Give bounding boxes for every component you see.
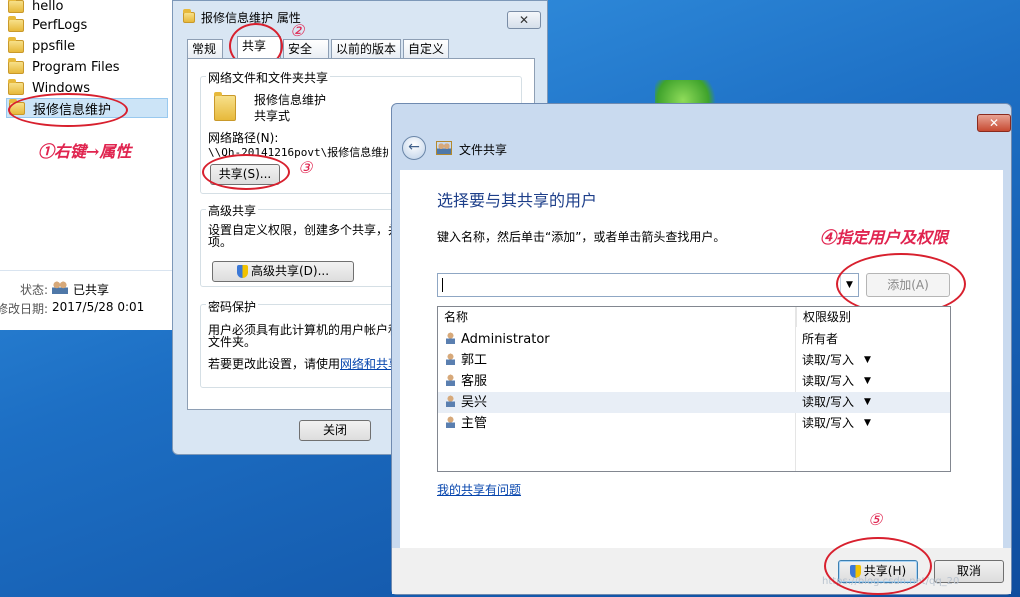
uac-shield-icon [236, 265, 248, 278]
tab-customize[interactable]: 自定义 [403, 39, 449, 59]
advanced-sharing-button[interactable]: 高级共享(D)... [212, 261, 354, 282]
annotation-step3: ③ [298, 158, 313, 177]
user-icon [446, 374, 455, 386]
table-row[interactable]: 客服 读取/写入 ▼ [438, 371, 950, 392]
permission-level[interactable]: 读取/写入 [802, 413, 854, 434]
page-heading: 选择要与其共享的用户 [437, 191, 598, 210]
list-item[interactable]: PerfLogs [8, 15, 87, 35]
column-header-permission[interactable]: 权限级别 [796, 307, 950, 327]
table-row[interactable]: 郭工 读取/写入 ▼ [438, 350, 950, 371]
user-icon [446, 395, 455, 407]
status-label: 状态: [20, 283, 49, 297]
user-name: Administrator [461, 332, 550, 347]
annotation-step4: ④指定用户及权限 [820, 228, 949, 247]
shared-users-icon [52, 280, 68, 294]
chevron-down-icon[interactable]: ▼ [864, 350, 871, 371]
folder-name: Program Files [32, 59, 120, 75]
file-sharing-content: 选择要与其共享的用户 键入名称，然后单击“添加”，或者单击箭头查找用户。 ④指定… [400, 170, 1003, 586]
chevron-down-icon[interactable]: ▼ [864, 413, 871, 434]
folder-name: 报修信息维护 [254, 93, 327, 107]
user-icon [446, 416, 455, 428]
close-icon[interactable]: ✕ [507, 11, 541, 29]
group-title: 密码保护 [206, 298, 259, 315]
close-icon[interactable]: ✕ [977, 114, 1011, 132]
password-description-cont: 文件夹。 [208, 335, 257, 349]
table-row[interactable]: Administrator 所有者 [438, 329, 950, 350]
text-caret [442, 278, 443, 292]
user-permission-table: 名称 权限级别 Administrator 所有者 郭工 读取/写入 ▼ 客服 … [437, 306, 951, 472]
tab-general[interactable]: 常规 [187, 39, 223, 59]
chevron-down-icon[interactable]: ▼ [864, 392, 871, 413]
permission-level[interactable]: 读取/写入 [802, 371, 854, 392]
annotation-step2: ② [290, 21, 305, 40]
file-sharing-icon [436, 141, 452, 155]
group-title: 网络文件和文件夹共享 [206, 69, 331, 86]
back-arrow-icon[interactable]: ← [402, 136, 426, 160]
annotation-circle-step3 [202, 154, 290, 190]
advanced-description: 设置自定义权限，创建多个共享，并 [208, 223, 401, 237]
list-item[interactable]: ppsfile [8, 36, 75, 56]
dialog-title: 文件共享 [459, 143, 508, 157]
folder-icon [8, 57, 24, 74]
explorer-details-pane: 状态: 已共享 修改日期: 2017/5/28 0:01 [0, 270, 172, 330]
folder-icon [8, 0, 24, 13]
annotation-circle-step5 [824, 537, 932, 595]
folder-name: PerfLogs [32, 17, 88, 33]
modified-value: 2017/5/28 0:01 [52, 300, 145, 314]
permission-level[interactable]: 读取/写入 [802, 392, 854, 413]
folder-icon [8, 15, 24, 32]
permission-level[interactable]: 读取/写入 [802, 350, 854, 371]
table-row[interactable]: 主管 读取/写入 ▼ [438, 413, 950, 434]
advanced-sharing-button-label: 高级共享(D)... [250, 264, 330, 278]
column-header-name[interactable]: 名称 [438, 307, 796, 327]
permission-level: 所有者 [802, 332, 839, 346]
list-item[interactable]: hello [8, 0, 63, 16]
folder-name: hello [32, 0, 64, 14]
folder-icon [183, 9, 195, 23]
user-name: 主管 [461, 416, 488, 431]
sharing-trouble-link[interactable]: 我的共享有问题 [437, 481, 521, 498]
user-name: 客服 [461, 374, 488, 389]
user-name-combobox[interactable]: ▼ [437, 273, 859, 297]
group-title: 高级共享 [206, 202, 259, 219]
folder-icon [8, 78, 24, 95]
folder-icon [214, 92, 236, 121]
tab-security[interactable]: 安全 [283, 39, 329, 59]
modified-label: 修改日期: [0, 302, 49, 316]
close-button[interactable]: 关闭 [299, 420, 371, 441]
user-name: 郭工 [461, 353, 488, 368]
user-icon [446, 332, 455, 344]
folder-name: ppsfile [32, 38, 76, 54]
annotation-step5: ⑤ [868, 510, 883, 529]
user-name: 吴兴 [461, 395, 488, 410]
properties-title-bar: 报修信息维护 属性 [183, 9, 301, 26]
table-row-selected[interactable]: 吴兴 读取/写入 ▼ [438, 392, 950, 413]
password-change-text: 若要更改此设置，请使用网络和共享 [208, 355, 400, 372]
tab-previous-versions[interactable]: 以前的版本 [331, 39, 401, 59]
status-value: 已共享 [73, 283, 110, 297]
annotation-circle-step1 [8, 93, 128, 127]
annotation-step1: ①右键→属性 [38, 142, 132, 161]
password-change-prefix: 若要更改此设置，请使用 [208, 357, 341, 371]
file-sharing-dialog: ✕ ← 文件共享 选择要与其共享的用户 键入名称，然后单击“添加”，或者单击箭头… [391, 103, 1012, 595]
share-state: 共享式 [254, 109, 291, 123]
user-icon [446, 353, 455, 365]
folder-icon [8, 36, 24, 53]
chevron-down-icon[interactable]: ▼ [864, 371, 871, 392]
instruction-text: 键入名称，然后单击“添加”，或者单击箭头查找用户。 [437, 230, 726, 244]
list-item[interactable]: Program Files [8, 57, 120, 77]
advanced-description-cont: 项。 [208, 235, 233, 249]
